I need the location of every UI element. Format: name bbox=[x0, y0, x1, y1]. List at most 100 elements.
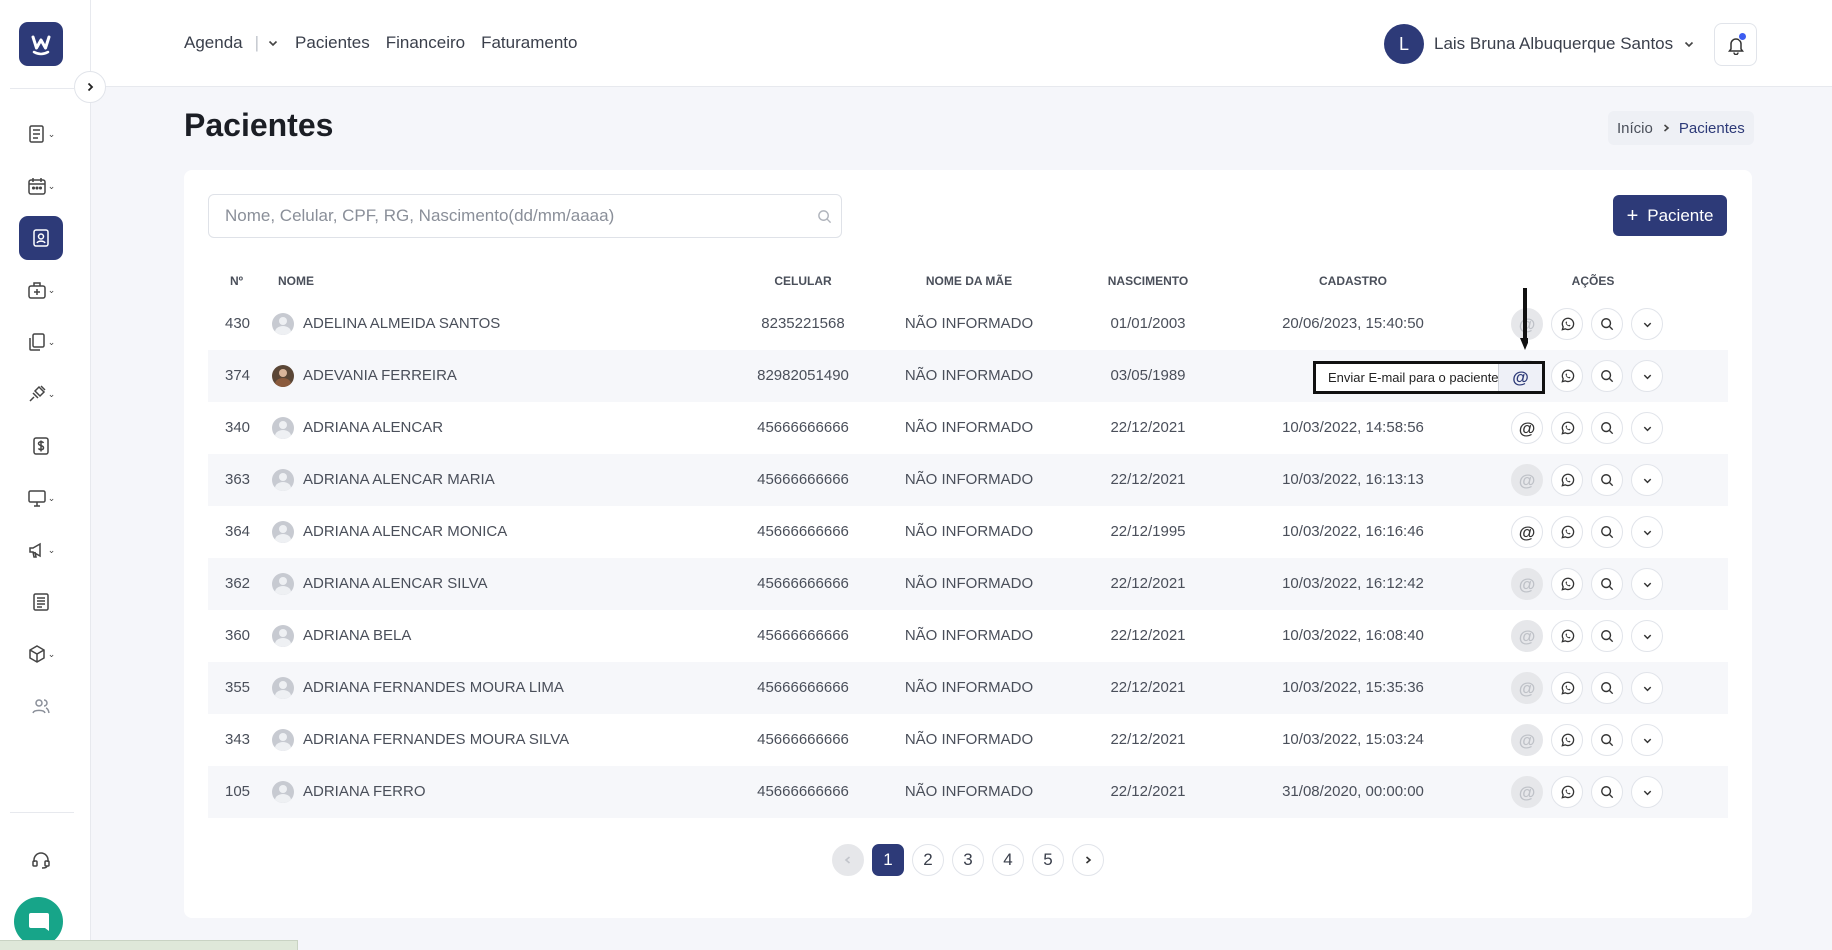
sidebar-item-finance[interactable] bbox=[19, 424, 63, 468]
view-search-icon[interactable] bbox=[1591, 568, 1623, 600]
pagination-page-1[interactable]: 1 bbox=[872, 844, 904, 876]
pagination-page-2[interactable]: 2 bbox=[912, 844, 944, 876]
more-actions-chevron-icon[interactable] bbox=[1631, 464, 1663, 496]
more-actions-chevron-icon[interactable] bbox=[1631, 776, 1663, 808]
table-row[interactable]: 355 ADRIANA FERNANDES MOURA LIMA 456666666… bbox=[208, 662, 1728, 714]
sidebar-item-screen[interactable]: ⌄ bbox=[19, 476, 63, 520]
notifications-button[interactable] bbox=[1714, 23, 1757, 66]
agenda-dropdown-toggle[interactable] bbox=[267, 37, 279, 49]
whatsapp-icon[interactable] bbox=[1551, 308, 1583, 340]
nav-link-pacientes[interactable]: Pacientes bbox=[295, 33, 370, 53]
email-icon[interactable]: @ bbox=[1498, 364, 1542, 391]
patient-phone: 45666666666 bbox=[757, 575, 849, 592]
more-actions-chevron-icon[interactable] bbox=[1631, 672, 1663, 704]
sidebar-item-calendar[interactable]: ⌄ bbox=[19, 164, 63, 208]
chevron-right-icon bbox=[1085, 856, 1092, 864]
sidebar-item-marketing[interactable]: ⌄ bbox=[19, 528, 63, 572]
patient-name[interactable]: ADRIANA ALENCAR MARIA bbox=[303, 471, 495, 488]
whatsapp-icon[interactable] bbox=[1551, 360, 1583, 392]
nav-separator: | bbox=[254, 33, 260, 52]
table-row[interactable]: 340 ADRIANA ALENCAR 45666666666 NÃO INFORMA… bbox=[208, 402, 1728, 454]
pagination-page-5[interactable]: 5 bbox=[1032, 844, 1064, 876]
more-actions-chevron-icon[interactable] bbox=[1631, 568, 1663, 600]
patient-name[interactable]: ADRIANA FERNANDES MOURA LIMA bbox=[303, 679, 564, 696]
sidebar-expand-button[interactable] bbox=[74, 71, 106, 103]
more-actions-chevron-icon[interactable] bbox=[1631, 620, 1663, 652]
table-row[interactable]: 363 ADRIANA ALENCAR MARIA 45666666666 NÃO I… bbox=[208, 454, 1728, 506]
whatsapp-icon[interactable] bbox=[1551, 672, 1583, 704]
email-icon[interactable]: @ bbox=[1511, 464, 1543, 496]
more-actions-chevron-icon[interactable] bbox=[1631, 308, 1663, 340]
chat-widget-button[interactable] bbox=[14, 897, 63, 946]
table-row[interactable]: 362 ADRIANA ALENCAR SILVA 45666666666 NÃO I… bbox=[208, 558, 1728, 610]
nav-link-financeiro[interactable]: Financeiro bbox=[386, 33, 465, 53]
pagination-next-button[interactable] bbox=[1072, 844, 1104, 876]
view-search-icon[interactable] bbox=[1591, 776, 1623, 808]
email-icon[interactable]: @ bbox=[1511, 672, 1543, 704]
patient-birthdate: 01/01/2003 bbox=[1110, 315, 1186, 332]
table-row[interactable]: 105 ADRIANA FERRO 45666666666 NÃO INFORMADO… bbox=[208, 766, 1728, 818]
more-actions-chevron-icon[interactable] bbox=[1631, 412, 1663, 444]
patient-name[interactable]: ADRIANA FERNANDES MOURA SILVA bbox=[303, 731, 569, 748]
sidebar-item-documents[interactable]: ⌄ bbox=[19, 320, 63, 364]
whatsapp-icon[interactable] bbox=[1551, 412, 1583, 444]
email-icon[interactable]: @ bbox=[1511, 568, 1543, 600]
email-icon[interactable]: @ bbox=[1511, 412, 1543, 444]
sidebar-item-support[interactable] bbox=[19, 838, 63, 882]
sidebar-item-procedures[interactable]: ⌄ bbox=[19, 372, 63, 416]
email-icon[interactable]: @ bbox=[1511, 516, 1543, 548]
table-row[interactable]: 360 ADRIANA BELA 45666666666 NÃO INFORMADO 2… bbox=[208, 610, 1728, 662]
patient-name[interactable]: ADRIANA ALENCAR MONICA bbox=[303, 523, 507, 540]
whatsapp-icon[interactable] bbox=[1551, 464, 1583, 496]
email-icon[interactable]: @ bbox=[1511, 776, 1543, 808]
more-actions-chevron-icon[interactable] bbox=[1631, 724, 1663, 756]
more-actions-chevron-icon[interactable] bbox=[1631, 516, 1663, 548]
view-search-icon[interactable] bbox=[1591, 724, 1623, 756]
whatsapp-icon[interactable] bbox=[1551, 568, 1583, 600]
patient-name[interactable]: ADELINA ALMEIDA SANTOS bbox=[303, 315, 500, 332]
table-row[interactable]: 343 ADRIANA FERNANDES MOURA SILVA 45666666… bbox=[208, 714, 1728, 766]
sidebar-item-clinic[interactable]: ⌄ bbox=[19, 268, 63, 312]
whatsapp-icon[interactable] bbox=[1551, 516, 1583, 548]
user-menu[interactable]: L Lais Bruna Albuquerque Santos bbox=[1384, 24, 1695, 64]
pagination-prev-button[interactable] bbox=[832, 844, 864, 876]
pagination-page-3[interactable]: 3 bbox=[952, 844, 984, 876]
whatsapp-icon[interactable] bbox=[1551, 620, 1583, 652]
sidebar-item-patients[interactable] bbox=[19, 216, 63, 260]
patient-birthdate: 22/12/2021 bbox=[1110, 471, 1186, 488]
more-actions-chevron-icon[interactable] bbox=[1631, 360, 1663, 392]
whatsapp-icon[interactable] bbox=[1551, 724, 1583, 756]
sidebar-item-reports[interactable] bbox=[19, 580, 63, 624]
add-patient-button[interactable]: + Paciente bbox=[1613, 195, 1727, 236]
annotation-arrow bbox=[1520, 288, 1528, 350]
patient-name[interactable]: ADEVANIA FERREIRA bbox=[303, 367, 457, 384]
view-search-icon[interactable] bbox=[1591, 308, 1623, 340]
search-input[interactable] bbox=[225, 206, 805, 226]
table-row[interactable]: 430 ADELINA ALMEIDA SANTOS 8235221568 NÃO I… bbox=[208, 298, 1728, 350]
view-search-icon[interactable] bbox=[1591, 516, 1623, 548]
pagination-page-4[interactable]: 4 bbox=[992, 844, 1024, 876]
column-header-num: Nº bbox=[230, 274, 244, 288]
patient-name[interactable]: ADRIANA ALENCAR bbox=[303, 419, 443, 436]
breadcrumb-home[interactable]: Início bbox=[1617, 120, 1653, 137]
view-search-icon[interactable] bbox=[1591, 360, 1623, 392]
view-search-icon[interactable] bbox=[1591, 464, 1623, 496]
email-icon[interactable]: @ bbox=[1511, 724, 1543, 756]
patient-name[interactable]: ADRIANA BELA bbox=[303, 627, 411, 644]
view-search-icon[interactable] bbox=[1591, 412, 1623, 444]
patient-name[interactable]: ADRIANA FERRO bbox=[303, 783, 426, 800]
chat-icon bbox=[28, 912, 49, 931]
view-search-icon[interactable] bbox=[1591, 620, 1623, 652]
nav-link-faturamento[interactable]: Faturamento bbox=[481, 33, 577, 53]
table-row[interactable]: 364 ADRIANA ALENCAR MONICA 45666666666 NÃO … bbox=[208, 506, 1728, 558]
email-icon[interactable]: @ bbox=[1511, 620, 1543, 652]
patient-avatar bbox=[272, 417, 294, 439]
nav-link-agenda[interactable]: Agenda bbox=[184, 33, 243, 53]
view-search-icon[interactable] bbox=[1591, 672, 1623, 704]
sidebar-item-inventory[interactable]: ⌄ bbox=[19, 632, 63, 676]
sidebar-item-records[interactable]: ⌄ bbox=[19, 112, 63, 156]
patient-name[interactable]: ADRIANA ALENCAR SILVA bbox=[303, 575, 488, 592]
sidebar-item-users[interactable] bbox=[19, 684, 63, 728]
app-logo[interactable] bbox=[19, 22, 63, 66]
whatsapp-icon[interactable] bbox=[1551, 776, 1583, 808]
